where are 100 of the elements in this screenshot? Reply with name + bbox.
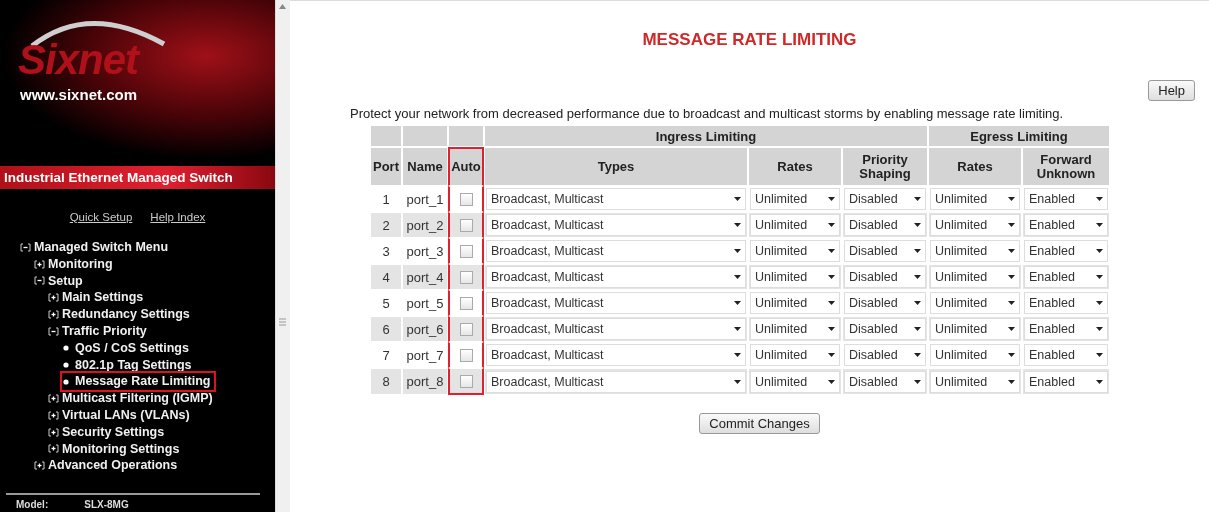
sidebar-link[interactable]: Help Index	[150, 211, 206, 223]
auto-checkbox[interactable]	[459, 296, 473, 310]
expand-icon[interactable]	[48, 427, 59, 437]
dropdown[interactable]: Disabled	[844, 370, 926, 393]
dropdown[interactable]: Unlimited	[750, 188, 840, 210]
scroll-up-icon[interactable]	[279, 4, 286, 9]
dropdown[interactable]: Enabled	[1024, 370, 1108, 393]
dropdown[interactable]: Broadcast, Multicast	[486, 318, 746, 340]
auto-checkbox[interactable]	[459, 348, 473, 362]
dropdown[interactable]: Unlimited	[930, 370, 1020, 393]
dropdown[interactable]: Unlimited	[750, 292, 840, 314]
dropdown[interactable]: Enabled	[1024, 292, 1108, 314]
dropdown[interactable]: Unlimited	[750, 266, 840, 288]
caret-icon	[1008, 275, 1015, 279]
menu-item[interactable]: Setup	[34, 272, 87, 290]
auto-checkbox[interactable]	[459, 192, 473, 206]
auto-checkbox[interactable]	[459, 270, 473, 284]
menu-item[interactable]: Redundancy Settings	[48, 306, 194, 323]
dropdown[interactable]: Broadcast, Multicast	[486, 240, 746, 262]
page-title: MESSAGE RATE LIMITING	[641, 30, 858, 50]
menu-item[interactable]: 802.1p Tag Settings	[62, 356, 196, 374]
caret-icon	[1096, 353, 1103, 357]
dropdown[interactable]: Enabled	[1024, 318, 1108, 340]
dropdown[interactable]: Unlimited	[750, 318, 840, 340]
column-header: Rates	[748, 147, 842, 186]
column-header: Port	[370, 147, 402, 186]
dropdown[interactable]: Disabled	[844, 344, 926, 366]
expand-icon[interactable]	[48, 410, 59, 420]
dropdown[interactable]: Enabled	[1024, 240, 1108, 262]
auto-checkbox[interactable]	[459, 322, 473, 336]
menu-item[interactable]: Monitoring Settings	[48, 440, 184, 458]
caret-icon	[914, 249, 921, 253]
column-header: Priority Shaping	[842, 147, 928, 186]
dropdown[interactable]: Disabled	[844, 266, 926, 288]
caret-icon	[734, 223, 741, 227]
dropdown[interactable]: Broadcast, Multicast	[486, 214, 746, 236]
scrollbar[interactable]	[275, 0, 290, 512]
help-button[interactable]: Help	[1148, 80, 1195, 101]
caret-icon	[1008, 353, 1015, 357]
caret-icon	[734, 275, 741, 279]
menu-item[interactable]: Message Rate Limiting	[62, 373, 215, 391]
menu-item[interactable]: Managed Switch Menu	[20, 239, 173, 256]
menu-item[interactable]: Traffic Priority	[48, 323, 151, 340]
dropdown[interactable]: Unlimited	[930, 188, 1020, 210]
dropdown[interactable]: Broadcast, Multicast	[486, 370, 746, 393]
name-cell: port_4	[402, 264, 448, 290]
dropdown[interactable]: Unlimited	[930, 344, 1020, 366]
caret-icon	[1008, 327, 1015, 331]
collapse-icon[interactable]	[48, 326, 59, 336]
dropdown[interactable]: Unlimited	[750, 240, 840, 262]
auto-checkbox[interactable]	[459, 218, 473, 232]
collapse-icon[interactable]	[20, 242, 31, 252]
dropdown[interactable]: Broadcast, Multicast	[486, 344, 746, 366]
dropdown[interactable]: Unlimited	[930, 318, 1020, 340]
dropdown[interactable]: Enabled	[1024, 188, 1108, 210]
collapse-icon[interactable]	[34, 276, 45, 286]
dropdown[interactable]: Unlimited	[930, 266, 1020, 288]
sidebar-link[interactable]: Quick Setup	[69, 211, 133, 223]
dropdown[interactable]: Enabled	[1024, 214, 1108, 236]
dropdown[interactable]: Unlimited	[930, 240, 1020, 262]
dropdown[interactable]: Unlimited	[750, 344, 840, 366]
caret-icon	[1008, 301, 1015, 305]
expand-icon[interactable]	[34, 461, 45, 471]
scroll-grip-icon[interactable]	[279, 318, 286, 326]
caret-icon	[1096, 379, 1103, 384]
dropdown[interactable]: Broadcast, Multicast	[486, 292, 746, 314]
bullet-icon	[62, 345, 72, 352]
expand-icon[interactable]	[48, 444, 59, 454]
caret-icon	[914, 327, 921, 331]
brand-logo: Sixnet	[18, 36, 139, 84]
dropdown[interactable]: Unlimited	[930, 214, 1020, 236]
expand-icon[interactable]	[48, 293, 59, 303]
menu-item[interactable]: Multicast Filtering (IGMP)	[48, 390, 217, 407]
menu-item[interactable]: Advanced Operations	[34, 457, 182, 475]
dropdown[interactable]: Unlimited	[750, 370, 840, 393]
bullet-icon	[62, 378, 72, 385]
dropdown[interactable]: Disabled	[844, 188, 926, 210]
expand-icon[interactable]	[34, 259, 45, 269]
menu-item[interactable]: Security Settings	[48, 423, 169, 441]
dropdown[interactable]: Broadcast, Multicast	[486, 188, 746, 210]
menu-item[interactable]: Virtual LANs (VLANs)	[48, 406, 194, 424]
dropdown[interactable]: Enabled	[1024, 344, 1108, 366]
dropdown[interactable]: Unlimited	[930, 292, 1020, 314]
dropdown[interactable]: Unlimited	[750, 214, 840, 236]
menu-item[interactable]: Main Settings	[48, 289, 148, 307]
menu-item[interactable]: Monitoring	[34, 255, 117, 273]
expand-icon[interactable]	[48, 310, 59, 320]
expand-icon[interactable]	[48, 394, 59, 404]
dropdown[interactable]: Disabled	[844, 318, 926, 340]
column-header: Rates	[928, 147, 1022, 186]
bullet-icon	[62, 361, 72, 368]
commit-changes-button[interactable]: Commit Changes	[699, 413, 820, 434]
dropdown[interactable]: Disabled	[844, 214, 926, 236]
dropdown[interactable]: Enabled	[1024, 266, 1108, 288]
dropdown[interactable]: Disabled	[844, 292, 926, 314]
auto-checkbox[interactable]	[459, 244, 473, 258]
menu-item[interactable]: QoS / CoS Settings	[62, 339, 193, 357]
auto-checkbox[interactable]	[459, 374, 473, 388]
dropdown[interactable]: Disabled	[844, 240, 926, 262]
dropdown[interactable]: Broadcast, Multicast	[486, 266, 746, 288]
